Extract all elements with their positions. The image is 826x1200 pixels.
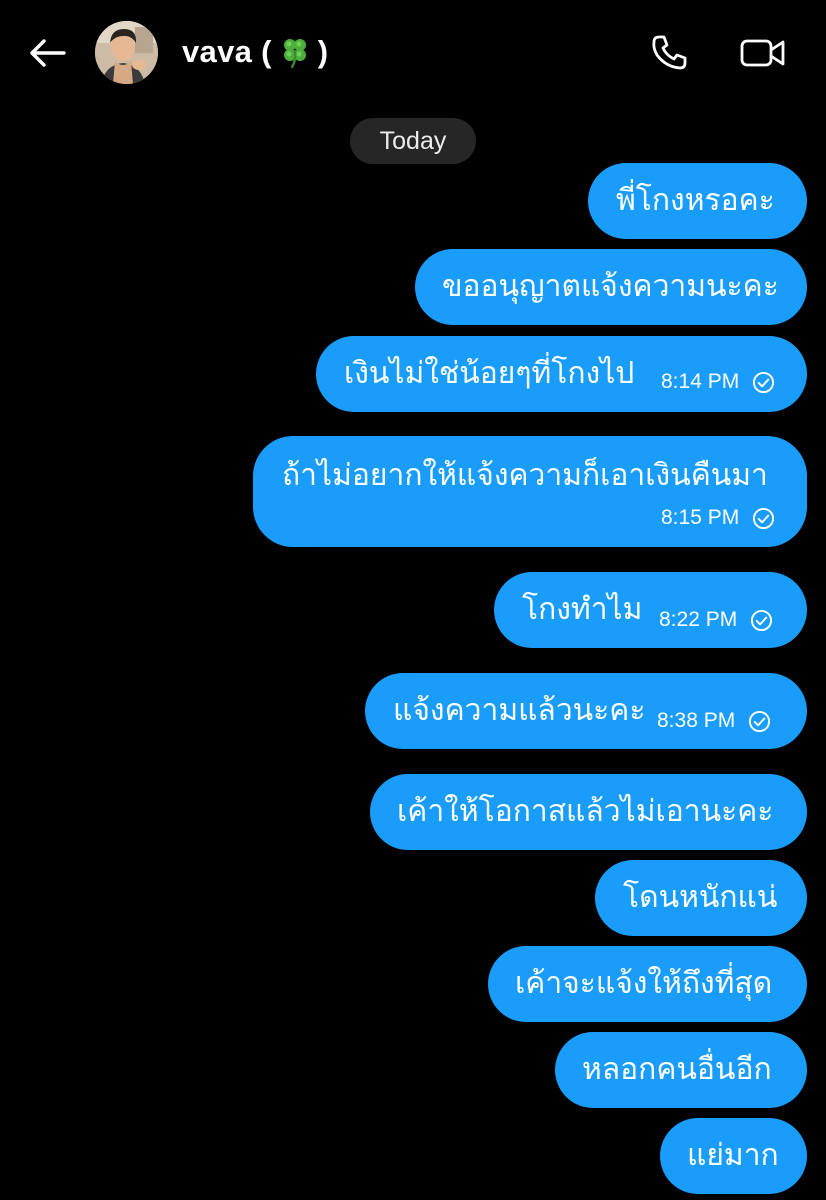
- message-bubble[interactable]: โดนหนักแน่: [595, 860, 807, 936]
- message-text: พี่โกงหรอคะ: [616, 183, 775, 218]
- message-text: หลอกคนอื่นอีก: [582, 1052, 772, 1087]
- avatar[interactable]: [95, 21, 158, 84]
- message-bubble[interactable]: เค้าให้โอกาสแล้วไม่เอานะคะ: [370, 774, 807, 850]
- arrow-left-icon: [30, 39, 66, 67]
- message-bubble[interactable]: แจ้งความแล้วนะคะ 8:38 PM: [365, 673, 807, 749]
- message-text: แย่มาก: [687, 1138, 779, 1173]
- profile-photo: [95, 21, 158, 84]
- sent-check-icon: [753, 371, 775, 393]
- sent-check-icon: [751, 609, 773, 631]
- sent-check-icon: [749, 710, 771, 732]
- message-bubble[interactable]: พี่โกงหรอคะ: [588, 163, 807, 239]
- message-bubble[interactable]: หลอกคนอื่นอีก: [555, 1032, 807, 1108]
- date-divider: Today: [350, 118, 476, 164]
- message-bubble[interactable]: โกงทำไม 8:22 PM: [494, 572, 807, 648]
- message-bubble[interactable]: ถ้าไม่อยากให้แจ้งความก็เอาเงินคืนมา 8:15…: [253, 436, 807, 547]
- contact-name[interactable]: vava ( ): [182, 32, 328, 72]
- message-text: ถ้าไม่อยากให้แจ้งความก็เอาเงินคืนมา: [282, 458, 768, 493]
- timestamp-text: 8:38 PM: [657, 709, 736, 732]
- timestamp-text: 8:14 PM: [661, 370, 740, 393]
- video-call-button[interactable]: [736, 28, 790, 78]
- message-timestamp: 8:14 PM: [661, 370, 775, 394]
- message-text: โดนหนักแน่: [623, 880, 778, 915]
- sent-check-icon: [753, 507, 775, 529]
- message-text: เงินไม่ใช่น้อยๆที่โกงไป: [344, 356, 635, 391]
- contact-name-close: ): [317, 34, 329, 69]
- video-camera-icon: [740, 39, 785, 67]
- message-bubble[interactable]: แย่มาก: [660, 1118, 807, 1194]
- voice-call-button[interactable]: [644, 28, 694, 78]
- message-text: เค้าให้โอกาสแล้วไม่เอานะคะ: [397, 794, 774, 829]
- message-timestamp: 8:15 PM: [661, 506, 775, 530]
- message-text: เค้าจะแจ้งให้ถึงที่สุด: [515, 966, 773, 1001]
- message-text: ขออนุญาตแจ้งความนะคะ: [442, 269, 779, 304]
- chat-header: vava ( ): [0, 0, 826, 105]
- timestamp-text: 8:15 PM: [661, 506, 740, 529]
- message-timestamp: 8:22 PM: [659, 608, 773, 632]
- message-text: โกงทำไม: [522, 592, 643, 627]
- contact-name-text: vava (: [182, 34, 272, 69]
- timestamp-text: 8:22 PM: [659, 608, 738, 631]
- message-bubble[interactable]: เค้าจะแจ้งให้ถึงที่สุด: [488, 946, 807, 1022]
- message-bubble[interactable]: เงินไม่ใช่น้อยๆที่โกงไป 8:14 PM: [316, 336, 807, 412]
- message-text: แจ้งความแล้วนะคะ: [393, 693, 646, 728]
- back-button[interactable]: [24, 30, 70, 76]
- phone-icon: [652, 35, 687, 70]
- four-leaf-clover-icon: [278, 35, 312, 69]
- message-timestamp: 8:38 PM: [657, 709, 771, 733]
- message-bubble[interactable]: ขออนุญาตแจ้งความนะคะ: [415, 249, 807, 325]
